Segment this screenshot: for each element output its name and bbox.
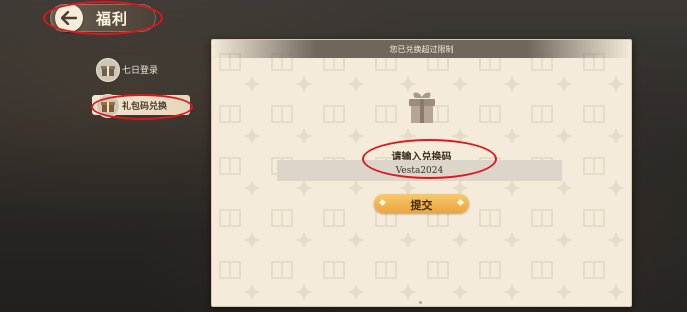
submit-button[interactable]: 提交 [374, 194, 469, 213]
limit-notice: 您已兑换超过限制 [389, 45, 454, 54]
sidebar-item-seven-day-login[interactable]: 七日登录 [92, 57, 190, 83]
back-arrow-icon [61, 11, 77, 25]
gift-box-icon [96, 94, 120, 118]
sidebar-item-label: 七日登录 [122, 66, 159, 76]
submit-button-label: 提交 [410, 199, 433, 212]
sidebar-item-gift-code[interactable]: 礼包码兑换 [92, 94, 190, 118]
back-button[interactable] [55, 4, 83, 32]
page-title: 福利 [96, 10, 129, 28]
calendar-gift-icon [96, 58, 120, 82]
gift-code-input[interactable] [277, 160, 562, 181]
gift-icon [409, 92, 435, 123]
page-indicator-dot [419, 301, 422, 304]
redeem-panel: 您已兑换超过限制 请输入兑换码 提交 [211, 39, 632, 307]
sidebar-item-label: 礼包码兑换 [122, 102, 168, 112]
